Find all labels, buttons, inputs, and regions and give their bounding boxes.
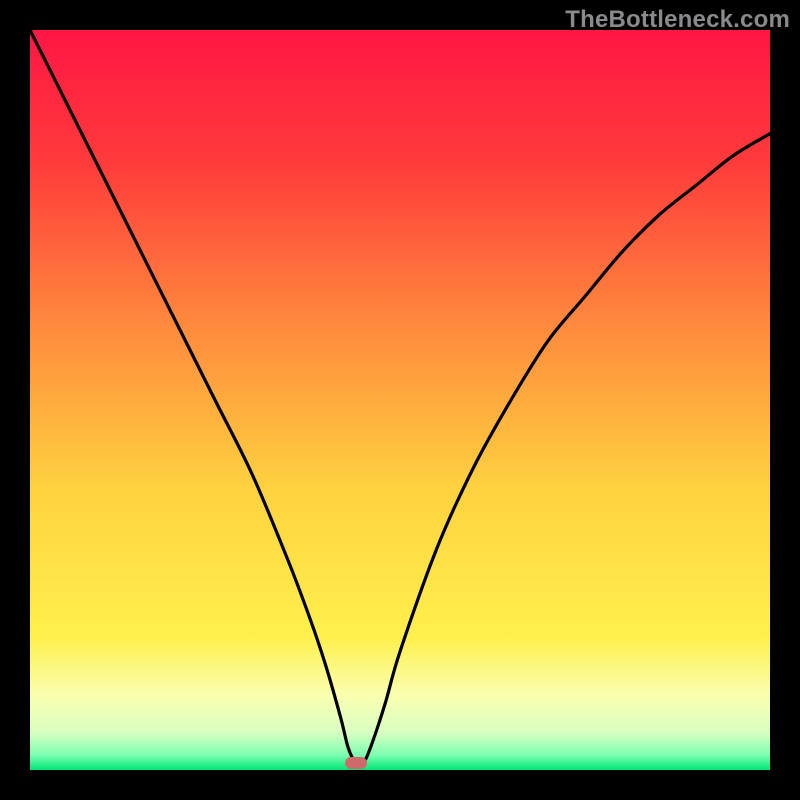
plot-area xyxy=(30,30,770,770)
chart-frame: TheBottleneck.com xyxy=(0,0,800,800)
bottleneck-curve xyxy=(30,30,770,770)
optimal-marker xyxy=(345,757,367,769)
watermark: TheBottleneck.com xyxy=(565,6,790,34)
